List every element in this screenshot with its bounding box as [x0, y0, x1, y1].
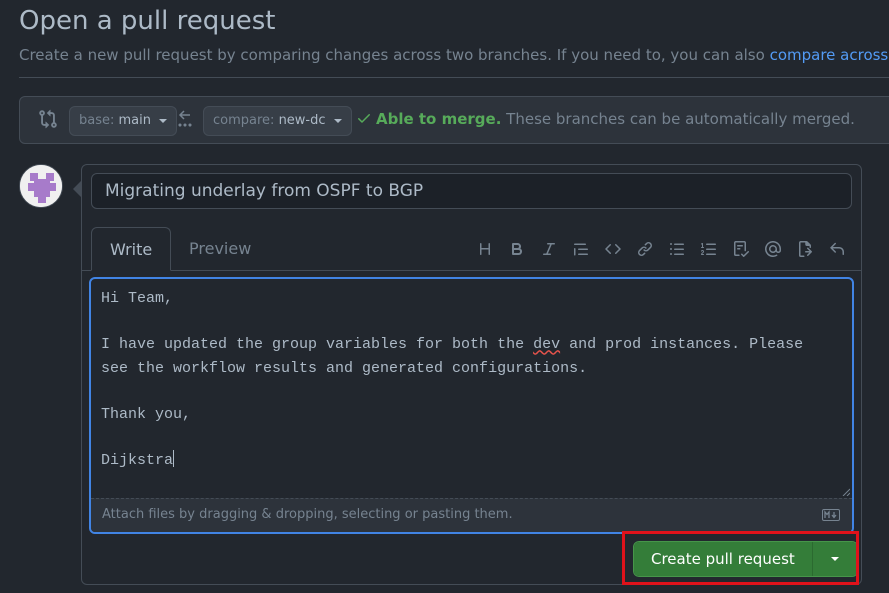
italic-icon[interactable] — [533, 237, 565, 261]
identicon-icon — [20, 165, 62, 207]
compare-branch-label: compare: — [213, 113, 275, 128]
pr-title-input[interactable] — [91, 173, 852, 209]
page-title: Open a pull request — [19, 6, 276, 36]
compare-across-forks-link[interactable]: compare across forks — [770, 46, 889, 64]
pr-body-editor[interactable]: Hi Team, I have updated the group variab… — [89, 277, 854, 534]
chevron-down-icon — [333, 118, 342, 123]
body-line: I have updated the group variables for b… — [101, 336, 534, 354]
arrow-left-icon — [178, 110, 192, 127]
reply-icon[interactable] — [821, 237, 853, 261]
body-line: Thank you, — [101, 406, 192, 424]
pr-body-text[interactable]: Hi Team, I have updated the group variab… — [101, 287, 841, 497]
subtitle-text: Create a new pull request by comparing c… — [19, 46, 770, 64]
git-compare-icon — [39, 109, 57, 129]
compare-branch-value: new-dc — [278, 113, 326, 128]
body-line: Dijkstra — [101, 452, 174, 470]
markdown-toolbar — [469, 237, 853, 261]
create-pr-button-group: Create pull request — [633, 541, 858, 577]
cross-reference-icon[interactable] — [789, 237, 821, 261]
base-branch-select[interactable]: base: main — [69, 106, 178, 136]
resize-handle-icon[interactable] — [842, 488, 850, 496]
code-icon[interactable] — [597, 237, 629, 261]
check-icon — [358, 114, 370, 123]
body-line: Hi Team, — [101, 290, 174, 307]
merge-status: Able to merge. These branches can be aut… — [356, 110, 855, 128]
spellcheck-word: dev — [533, 336, 561, 354]
attach-files-hint: Attach files by dragging & dropping, sel… — [102, 507, 513, 522]
merge-status-desc: These branches can be automatically merg… — [506, 110, 855, 128]
create-pr-dropdown-button[interactable] — [812, 542, 857, 576]
chevron-down-icon — [159, 118, 168, 123]
page-subtitle: Create a new pull request by comparing c… — [19, 46, 889, 64]
header-divider — [19, 77, 889, 78]
attach-files-area[interactable]: Attach files by dragging & dropping, sel… — [91, 498, 852, 532]
link-icon[interactable] — [629, 237, 661, 261]
merge-status-ok: Able to merge. — [376, 110, 502, 128]
avatar[interactable] — [19, 164, 63, 208]
mention-icon[interactable] — [757, 237, 789, 261]
heading-icon[interactable] — [469, 237, 501, 261]
pull-request-form: Write Preview Hi Team, I have updated th… — [81, 164, 862, 585]
compare-branch-select[interactable]: compare: new-dc — [203, 106, 352, 136]
branch-compare-bar: base: main compare: new-dc Able to merge… — [19, 96, 889, 144]
base-branch-value: main — [118, 113, 151, 128]
base-branch-label: base: — [79, 113, 115, 128]
text-cursor — [173, 450, 175, 468]
bulleted-list-icon[interactable] — [661, 237, 693, 261]
numbered-list-icon[interactable] — [693, 237, 725, 261]
create-pull-request-button[interactable]: Create pull request — [634, 542, 813, 576]
markdown-icon[interactable] — [822, 509, 840, 521]
quote-icon[interactable] — [565, 237, 597, 261]
comment-pointer — [73, 181, 81, 197]
editor-tabs: Write Preview — [82, 227, 861, 271]
chevron-down-icon — [830, 557, 839, 561]
task-list-icon[interactable] — [725, 237, 757, 261]
tab-preview[interactable]: Preview — [171, 227, 269, 270]
tab-write[interactable]: Write — [91, 227, 172, 271]
bold-icon[interactable] — [501, 237, 533, 261]
